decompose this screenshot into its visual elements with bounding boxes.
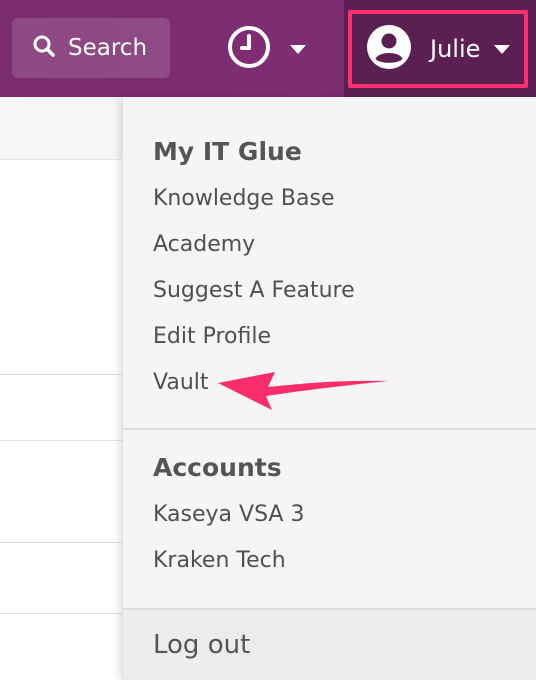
clock-icon bbox=[226, 24, 272, 74]
background-divider bbox=[0, 374, 122, 375]
section-title-my-it-glue: My IT Glue bbox=[153, 137, 302, 166]
menu-item-suggest-feature[interactable]: Suggest A Feature bbox=[153, 278, 355, 303]
caret-down-icon bbox=[494, 44, 511, 54]
user-name: Julie bbox=[430, 35, 481, 63]
menu-divider bbox=[123, 428, 536, 430]
menu-item-account-kaseya[interactable]: Kaseya VSA 3 bbox=[153, 502, 304, 527]
menu-item-account-kraken[interactable]: Kraken Tech bbox=[153, 548, 286, 573]
background-divider bbox=[0, 440, 122, 441]
background-divider bbox=[0, 542, 122, 543]
menu-item-vault[interactable]: Vault bbox=[153, 370, 209, 395]
logout-button[interactable]: Log out bbox=[123, 608, 536, 680]
section-title-accounts: Accounts bbox=[153, 453, 282, 482]
search-icon bbox=[32, 34, 56, 62]
user-menu-button[interactable]: Julie bbox=[348, 10, 528, 88]
menu-item-academy[interactable]: Academy bbox=[153, 232, 255, 257]
user-circle-icon bbox=[366, 24, 412, 74]
search-label: Search bbox=[68, 35, 148, 61]
background-divider bbox=[0, 613, 122, 614]
caret-down-icon bbox=[290, 44, 306, 54]
background-page bbox=[0, 97, 122, 680]
user-dropdown-menu: My IT Glue Knowledge Base Academy Sugges… bbox=[122, 97, 536, 680]
recent-activity-dropdown[interactable] bbox=[226, 22, 316, 76]
search-button[interactable]: Search bbox=[12, 18, 170, 78]
background-header bbox=[0, 97, 122, 160]
menu-item-knowledge-base[interactable]: Knowledge Base bbox=[153, 186, 335, 211]
menu-item-edit-profile[interactable]: Edit Profile bbox=[153, 324, 271, 349]
top-navigation-bar: Search Julie bbox=[0, 0, 536, 97]
